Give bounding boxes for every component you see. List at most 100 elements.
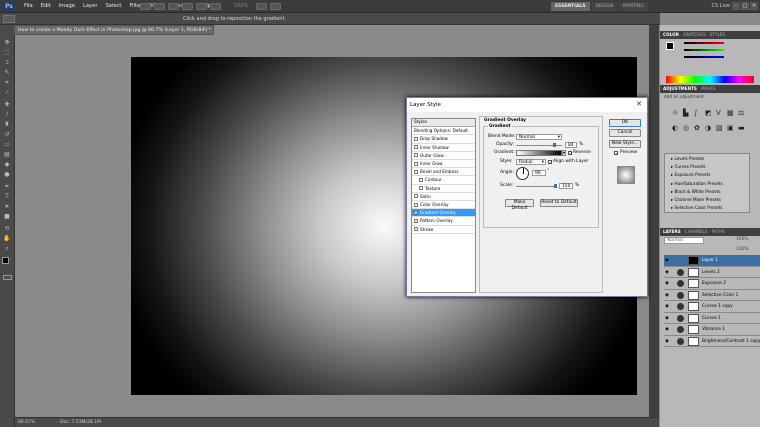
visibility-eye-icon[interactable]: ◉ [665, 304, 670, 309]
style-item-satin[interactable]: Satin [412, 193, 475, 201]
type-tool-icon[interactable]: T [3, 193, 11, 200]
layer-fill-value[interactable]: 100% [736, 247, 749, 253]
style-checkbox[interactable] [414, 145, 418, 150]
scale-slider-thumb[interactable] [554, 184, 557, 188]
color-spectrum-ramp[interactable] [666, 76, 754, 83]
tab-swatches[interactable]: SWATCHES [683, 31, 706, 39]
workspace-design[interactable]: DESIGN [591, 2, 617, 11]
tab-adjustments[interactable]: ADJUSTMENTS [663, 85, 697, 93]
tab-layers[interactable]: LAYERS [663, 228, 681, 236]
curves-icon[interactable]: ∫ [694, 109, 704, 122]
tab-paths[interactable]: PATHS [712, 228, 725, 236]
gradient-picker[interactable] [516, 150, 562, 156]
style-checkbox[interactable] [419, 186, 423, 191]
visibility-eye-icon[interactable]: ◉ [665, 270, 670, 275]
move-tool-icon[interactable]: ✥ [3, 39, 11, 46]
tab-color[interactable]: COLOR [663, 31, 679, 39]
rotate-view-button[interactable] [210, 3, 221, 10]
style-item-gradient-overlay[interactable]: ✓ Gradient Overlay [412, 209, 475, 218]
opacity-input[interactable]: 84 [565, 142, 577, 148]
new-style-button[interactable]: New Style... [609, 140, 641, 148]
style-checkbox[interactable]: ✓ [414, 210, 418, 215]
black-white-icon[interactable]: ◐ [672, 124, 682, 137]
blur-tool-icon[interactable]: ◆ [3, 161, 11, 168]
history-brush-tool-icon[interactable]: ↺ [3, 131, 11, 138]
preset-item[interactable]: ▸ Curves Presets [671, 163, 741, 170]
tab-masks[interactable]: MASKS [701, 85, 716, 93]
marquee-tool-icon[interactable]: ⬚ [3, 49, 11, 56]
visibility-eye-icon[interactable]: ◉ [665, 293, 670, 298]
layer-row[interactable]: ◉ Curves 1 [664, 312, 760, 324]
workspace-painting[interactable]: PAINTING [618, 2, 648, 11]
visibility-eye-icon[interactable]: ◉ [665, 281, 670, 286]
preset-item[interactable]: ▸ Black & White Presets [671, 188, 741, 195]
angle-input[interactable]: 90 [532, 170, 546, 176]
preset-item[interactable]: ▸ Levels Presets [671, 155, 741, 162]
menu-edit[interactable]: Edit [37, 0, 55, 13]
layer-opacity-value[interactable]: 100% [736, 237, 749, 243]
layer-row[interactable]: ◉ Vibrance 1 [664, 324, 760, 336]
hand-tool-button[interactable] [196, 3, 207, 10]
menu-layer[interactable]: Layer [79, 0, 101, 13]
layer-row[interactable]: ◉ Brightness/Contrast 1 copy [664, 335, 760, 347]
path-selection-tool-icon[interactable]: ➤ [3, 203, 11, 210]
foreground-color-chip[interactable] [666, 42, 674, 50]
posterize-icon[interactable]: ▨ [716, 124, 726, 137]
blue-slider[interactable] [684, 56, 724, 58]
style-item-inner-glow[interactable]: Inner Glow [412, 160, 475, 169]
reset-to-default-button[interactable]: Reset to Default [540, 199, 578, 207]
style-item-outer-glow[interactable]: Outer Glow [412, 152, 475, 160]
style-checkbox[interactable] [414, 202, 418, 207]
blend-mode-select[interactable]: Normal [664, 237, 704, 244]
quick-selection-tool-icon[interactable]: ✎ [3, 69, 11, 76]
style-checkbox[interactable] [414, 194, 418, 199]
style-item-stroke[interactable]: Stroke [412, 226, 475, 234]
3d-rotate-tool-icon[interactable]: ⟲ [3, 225, 11, 232]
launch-bridge-button[interactable] [140, 3, 151, 10]
maximize-icon[interactable]: □ [741, 2, 749, 10]
zoom-tool-button[interactable] [182, 3, 193, 10]
style-dropdown[interactable]: Radial ▾ [516, 159, 546, 165]
close-icon[interactable]: ✕ [750, 2, 758, 10]
layer-row[interactable]: ◉ Curves 1 copy [664, 301, 760, 313]
preset-item[interactable]: ▸ Hue/Saturation Presets [671, 180, 741, 187]
style-checkbox[interactable] [414, 218, 418, 223]
levels-icon[interactable]: ▙ [683, 109, 693, 122]
exposure-icon[interactable]: ◩ [705, 109, 715, 122]
green-slider[interactable] [684, 49, 724, 51]
threshold-icon[interactable]: ▣ [727, 124, 737, 137]
tab-styles[interactable]: STYLES [710, 31, 725, 39]
style-item-drop-shadow[interactable]: Drop Shadow [412, 135, 475, 144]
gradient-tool-icon[interactable]: ▤ [3, 151, 11, 158]
preset-item[interactable]: ▸ Selective Color Presets [671, 204, 741, 211]
layer-row[interactable]: ◉ Layer 1 [664, 255, 760, 267]
preview-checkbox[interactable]: ✓ [614, 151, 618, 156]
scale-slider-track[interactable] [516, 186, 556, 187]
healing-brush-tool-icon[interactable]: ✚ [3, 101, 11, 108]
reverse-checkbox[interactable]: ✓ [568, 151, 572, 156]
screen-mode-button[interactable] [270, 3, 281, 10]
shape-tool-icon[interactable]: ■ [3, 213, 11, 220]
gradient-dropdown-icon[interactable]: ▾ [562, 150, 566, 156]
style-item-texture[interactable]: Texture [412, 185, 475, 193]
preset-item[interactable]: ▸ Channel Mixer Presets [671, 196, 741, 203]
angle-dial[interactable] [516, 167, 529, 180]
style-item-pattern-overlay[interactable]: Pattern Overlay [412, 217, 475, 226]
zoom-tool-icon[interactable]: ⌕ [3, 245, 11, 252]
brightness-icon[interactable]: ☼ [672, 109, 682, 122]
styles-header[interactable]: Styles [412, 119, 475, 127]
pen-tool-icon[interactable]: ✒ [3, 183, 11, 190]
invert-icon[interactable]: ◑ [705, 124, 715, 137]
ok-button[interactable]: OK [609, 119, 641, 127]
style-item-contour[interactable]: Contour [412, 176, 475, 185]
eyedropper-tool-icon[interactable]: ⁄ [3, 89, 11, 96]
cs-live-button[interactable]: CS Live [712, 2, 730, 11]
preset-item[interactable]: ▸ Exposure Presets [671, 171, 741, 178]
menu-file[interactable]: File [20, 0, 37, 13]
eraser-tool-icon[interactable]: ▭ [3, 141, 11, 148]
move-tool-preset-icon[interactable] [3, 15, 15, 23]
make-default-button[interactable]: Make Default [505, 199, 534, 211]
channel-mixer-icon[interactable]: ✿ [694, 124, 704, 137]
document-tab[interactable]: How to create a Moody Dark Effect in Pho… [14, 25, 214, 35]
opacity-slider-thumb[interactable] [553, 143, 557, 147]
